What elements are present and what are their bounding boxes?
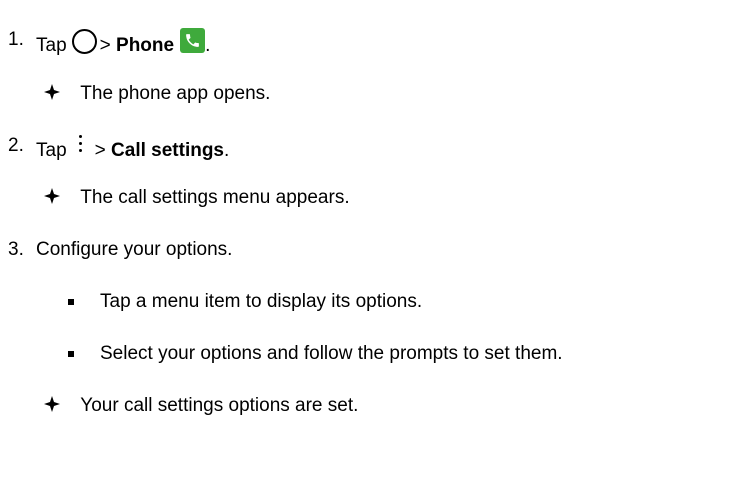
result-3: Your call settings options are set. — [43, 394, 358, 418]
more-options-icon — [77, 134, 85, 158]
square-bullet-icon — [68, 351, 74, 357]
step-text: Configure your options. — [36, 239, 233, 260]
step-3: 3. Configure your options. — [8, 238, 232, 262]
result-2: The call settings menu appears. — [43, 186, 350, 210]
step-number: 3. — [8, 239, 24, 260]
diamond-bullet-icon — [44, 84, 60, 100]
step-text-tap: Tap — [36, 35, 67, 56]
diamond-bullet-icon — [44, 188, 60, 204]
result-1: The phone app opens. — [43, 82, 270, 106]
substep-text: Tap a menu item to display its options. — [100, 291, 423, 312]
diamond-bullet-icon — [44, 396, 60, 412]
substep-1: Tap a menu item to display its options. — [68, 290, 422, 314]
result-text: The call settings menu appears. — [80, 187, 350, 208]
home-circle-icon — [71, 29, 97, 54]
step-text-gt: > — [99, 35, 111, 56]
call-settings-label: Call settings — [111, 140, 225, 161]
square-bullet-icon — [68, 299, 74, 305]
step-text-tap: Tap — [36, 140, 67, 161]
step-2: 2. Tap > Call settings. — [8, 134, 229, 163]
result-text: Your call settings options are set. — [80, 395, 359, 416]
substep-text: Select your options and follow the promp… — [100, 343, 563, 364]
substep-2: Select your options and follow the promp… — [68, 342, 563, 366]
phone-label: Phone — [116, 35, 175, 56]
step-period: . — [224, 140, 230, 161]
step-text-gt: > — [94, 140, 106, 161]
step-number: 2. — [8, 135, 24, 156]
step-1: 1. Tap > Phone. — [8, 28, 210, 58]
phone-app-icon — [180, 28, 206, 53]
step-number: 1. — [8, 29, 24, 50]
result-text: The phone app opens. — [80, 83, 271, 104]
step-period: . — [205, 35, 211, 56]
